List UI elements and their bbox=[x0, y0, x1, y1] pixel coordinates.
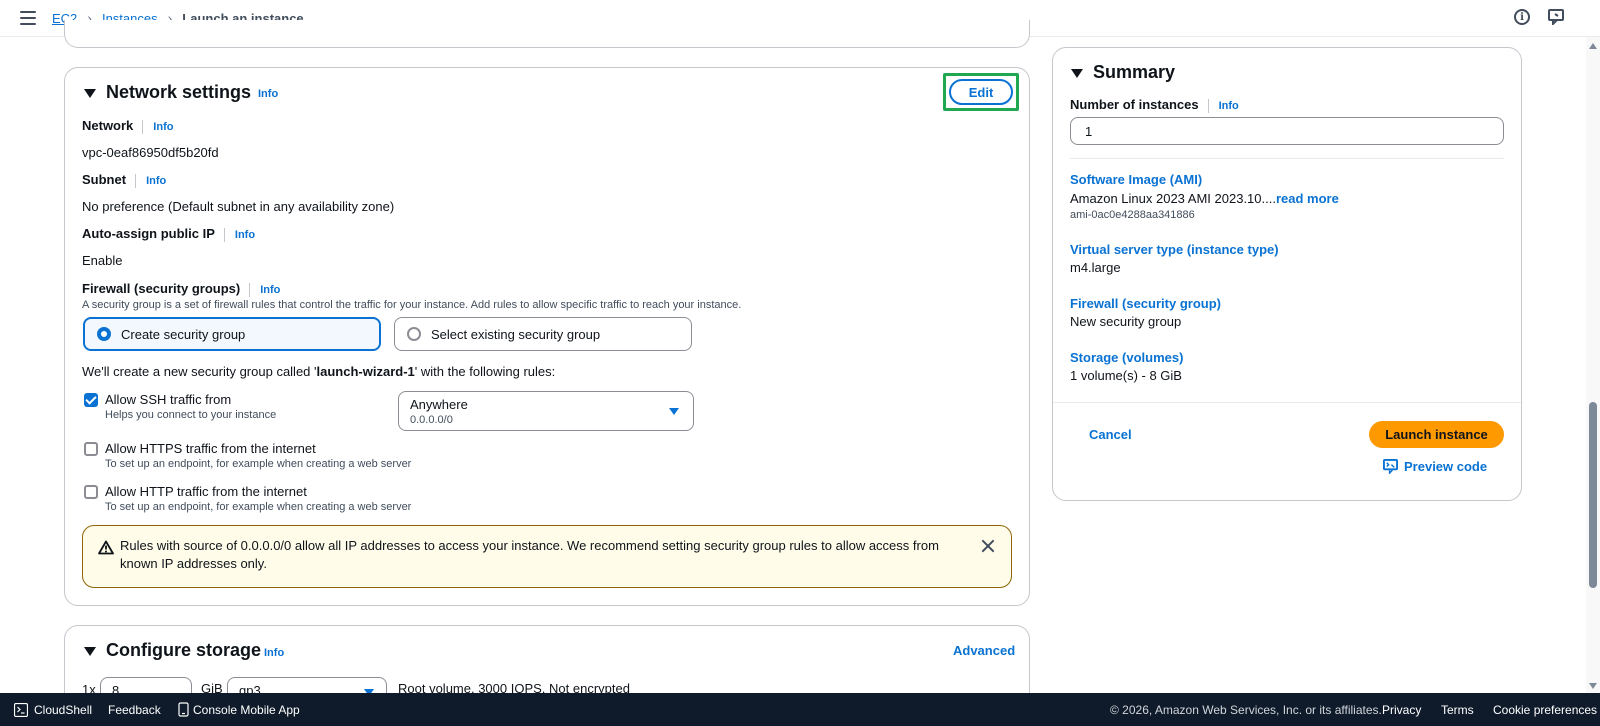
network-label: Network bbox=[82, 118, 134, 133]
privacy-link[interactable]: Privacy bbox=[1382, 703, 1421, 717]
previous-section-card bbox=[64, 20, 1030, 48]
ami-link[interactable]: Software Image (AMI) bbox=[1070, 172, 1202, 187]
select-existing-security-group-label: Select existing security group bbox=[431, 326, 601, 342]
ssh-source-cidr: 0.0.0.0/0 bbox=[410, 414, 453, 426]
firewall-description: A security group is a set of firewall ru… bbox=[82, 299, 742, 311]
scroll-up-icon[interactable] bbox=[1589, 43, 1597, 49]
collapse-caret-icon[interactable] bbox=[1071, 69, 1083, 78]
storage-summary-link[interactable]: Storage (volumes) bbox=[1070, 350, 1183, 365]
ssh-description: Helps you connect to your instance bbox=[105, 409, 277, 421]
menu-icon[interactable] bbox=[20, 11, 36, 25]
warning-alert-text: Rules with source of 0.0.0.0/0 allow all… bbox=[120, 538, 939, 571]
firewall-info-link[interactable]: Info bbox=[260, 284, 280, 296]
radio-selected[interactable] bbox=[97, 327, 111, 341]
ami-value: Amazon Linux 2023 AMI 2023.10....read mo… bbox=[1070, 191, 1339, 206]
firewall-label: Firewall (security groups) bbox=[82, 281, 241, 296]
https-label: Allow HTTPS traffic from the internet bbox=[105, 441, 316, 456]
info-icon[interactable]: i bbox=[1514, 9, 1530, 25]
feedback-link[interactable]: Feedback bbox=[108, 703, 161, 717]
storage-summary-value: 1 volume(s) - 8 GiB bbox=[1070, 368, 1182, 383]
ssh-source-select[interactable]: Anywhere 0.0.0.0/0 bbox=[398, 391, 694, 431]
create-security-group-label: Create security group bbox=[121, 326, 246, 342]
warning-icon bbox=[98, 540, 114, 555]
cancel-button[interactable]: Cancel bbox=[1089, 427, 1132, 442]
public-ip-info-link[interactable]: Info bbox=[235, 229, 255, 241]
network-settings-title: Network settings bbox=[106, 82, 252, 102]
warning-alert: Rules with source of 0.0.0.0/0 allow all… bbox=[82, 525, 1012, 588]
subnet-label: Subnet bbox=[82, 172, 127, 187]
feedback-icon[interactable] bbox=[1548, 9, 1564, 25]
configure-storage-title: Configure storage bbox=[106, 640, 262, 660]
console-mobile-app-link[interactable]: Console Mobile App bbox=[193, 703, 300, 717]
divider bbox=[1070, 158, 1504, 159]
http-checkbox[interactable] bbox=[84, 485, 98, 499]
edit-button[interactable]: Edit bbox=[949, 79, 1013, 105]
https-description: To set up an endpoint, for example when … bbox=[105, 458, 412, 470]
launch-instance-button[interactable]: Launch instance bbox=[1369, 421, 1504, 448]
mobile-app-icon bbox=[178, 702, 189, 717]
http-description: To set up an endpoint, for example when … bbox=[105, 501, 412, 513]
cookie-preferences-link[interactable]: Cookie preferences bbox=[1493, 703, 1597, 717]
ssh-label: Allow SSH traffic from bbox=[105, 392, 232, 407]
summary-panel: Summary Number of instances Info 1 Softwa… bbox=[1052, 47, 1522, 501]
ami-id: ami-0ac0e4288aa341886 bbox=[1070, 209, 1195, 221]
summary-title: Summary bbox=[1093, 62, 1176, 82]
instance-type-link[interactable]: Virtual server type (instance type) bbox=[1070, 242, 1279, 257]
console-footer: CloudShell Feedback Console Mobile App ©… bbox=[0, 693, 1600, 726]
subnet-value: No preference (Default subnet in any ava… bbox=[82, 199, 395, 214]
https-checkbox[interactable] bbox=[84, 442, 98, 456]
instances-info-link[interactable]: Info bbox=[1219, 100, 1239, 112]
divider bbox=[1053, 402, 1521, 403]
instance-type-value: m4.large bbox=[1070, 260, 1121, 275]
read-more-link[interactable]: read more bbox=[1276, 191, 1339, 206]
number-of-instances-input[interactable]: 1 bbox=[1070, 117, 1504, 145]
advanced-link[interactable]: Advanced bbox=[953, 643, 1015, 658]
terms-link[interactable]: Terms bbox=[1441, 703, 1474, 717]
network-settings-info-link[interactable]: Info bbox=[258, 88, 278, 100]
copyright-text: © 2026, Amazon Web Services, Inc. or its… bbox=[1110, 703, 1382, 717]
scrollbar-thumb[interactable] bbox=[1589, 402, 1597, 588]
public-ip-label: Auto-assign public IP bbox=[82, 226, 215, 241]
firewall-summary-value: New security group bbox=[1070, 314, 1182, 329]
subnet-info-link[interactable]: Info bbox=[146, 175, 166, 187]
caret-down-icon bbox=[669, 408, 679, 415]
create-security-group-tile[interactable]: Create security group bbox=[83, 317, 381, 351]
close-icon[interactable] bbox=[981, 539, 995, 553]
collapse-caret-icon[interactable] bbox=[84, 89, 96, 98]
preview-code-button[interactable]: Preview code bbox=[1383, 459, 1487, 474]
public-ip-value: Enable bbox=[82, 253, 123, 268]
preview-code-icon bbox=[1383, 459, 1398, 474]
network-value: vpc-0eaf86950df5b20fd bbox=[82, 145, 219, 160]
ssh-source-value: Anywhere bbox=[410, 397, 468, 412]
security-group-sentence: We'll create a new security group called… bbox=[82, 364, 556, 379]
security-group-name: launch-wizard-1 bbox=[316, 364, 415, 379]
page-scrollbar[interactable] bbox=[1586, 37, 1600, 693]
configure-storage-info-link[interactable]: Info bbox=[264, 647, 284, 659]
select-existing-security-group-tile[interactable]: Select existing security group bbox=[394, 317, 692, 351]
cloudshell-icon bbox=[14, 703, 28, 717]
http-label: Allow HTTP traffic from the internet bbox=[105, 484, 307, 499]
instances-label: Number of instances bbox=[1070, 97, 1199, 112]
ssh-checkbox[interactable] bbox=[84, 393, 98, 407]
radio-unselected[interactable] bbox=[407, 327, 421, 341]
scroll-down-icon[interactable] bbox=[1589, 683, 1597, 689]
collapse-caret-icon[interactable] bbox=[84, 647, 96, 656]
network-info-link[interactable]: Info bbox=[153, 121, 173, 133]
cloudshell-link[interactable]: CloudShell bbox=[34, 703, 92, 717]
firewall-summary-link[interactable]: Firewall (security group) bbox=[1070, 296, 1221, 311]
